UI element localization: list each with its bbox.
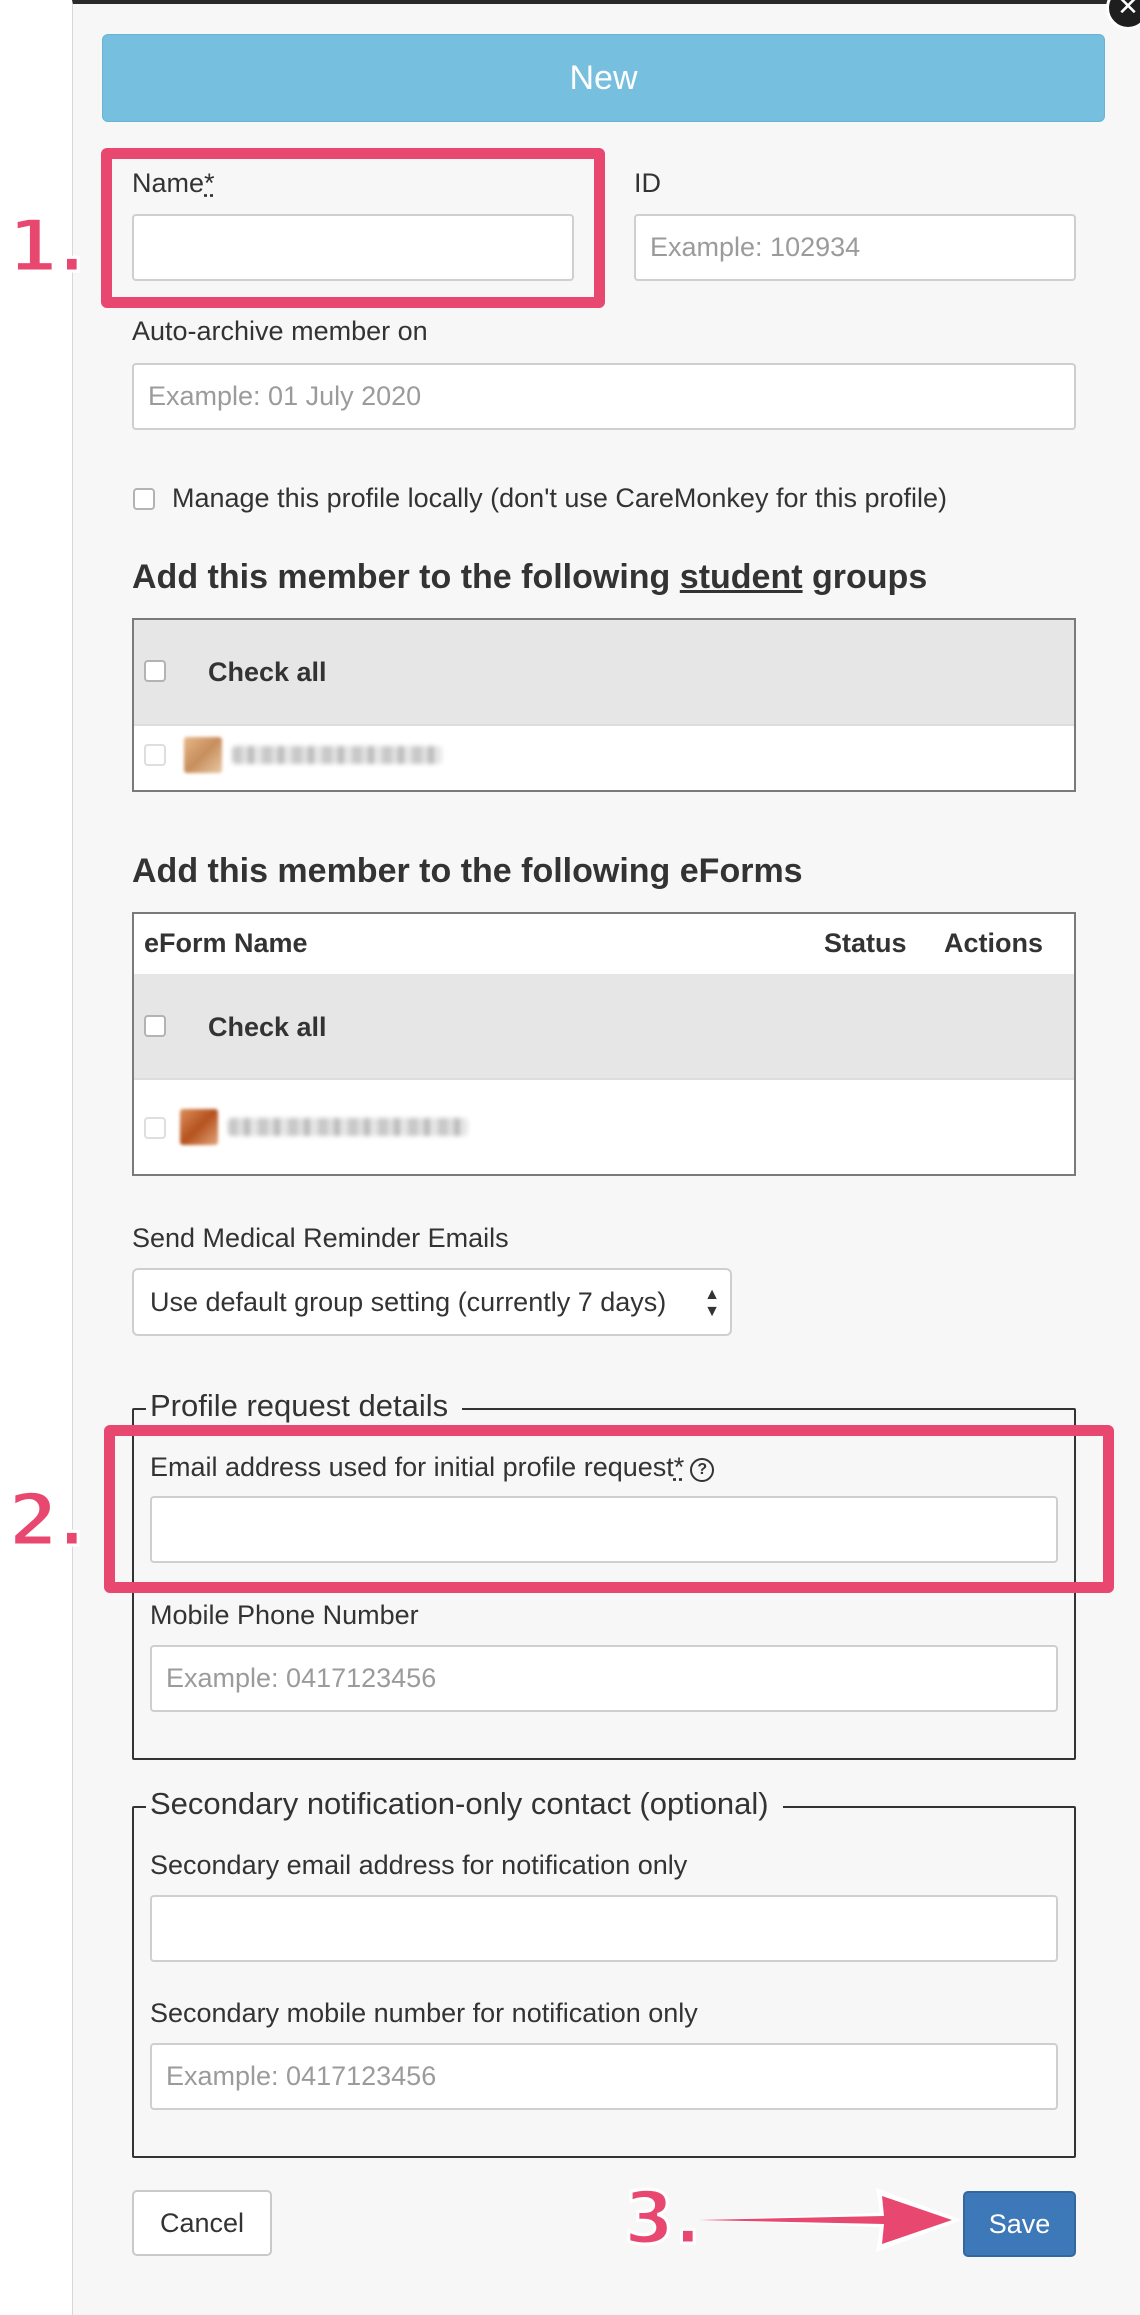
actions-header: Actions — [944, 928, 1044, 958]
archive-label: Auto-archive member on — [132, 316, 428, 346]
eform-check-all-label: Check all — [208, 1012, 327, 1042]
student-link[interactable]: student — [680, 558, 803, 596]
highlight-name-box — [101, 148, 605, 308]
secondary-mobile-label: Secondary mobile number for notification… — [150, 1998, 698, 2028]
secondary-email-label: Secondary email address for notification… — [150, 1850, 688, 1880]
reminder-label: Send Medical Reminder Emails — [132, 1223, 509, 1253]
row-divider — [134, 1078, 1074, 1080]
select-arrows-icon: ▲ ▼ — [704, 1286, 720, 1320]
manage-locally-label: Manage this profile locally (don't use C… — [172, 483, 948, 513]
eform-checkbox[interactable] — [144, 1117, 166, 1139]
new-header-button[interactable]: New — [102, 34, 1105, 122]
group-avatar — [184, 737, 222, 773]
id-input[interactable]: Example: 102934 — [634, 214, 1076, 281]
pointer-arrow-icon — [694, 2188, 962, 2252]
eform-name-header: eForm Name — [144, 928, 308, 958]
eforms-table: eForm Name Status Actions Check all — [132, 912, 1076, 1176]
status-header: Status — [824, 928, 907, 958]
manage-locally-checkbox[interactable] — [133, 488, 155, 510]
profile-request-legend: Profile request details — [146, 1388, 463, 1424]
secondary-contact-legend: Secondary notification-only contact (opt… — [146, 1786, 783, 1822]
reminder-selected-value: Use default group setting (currently 7 d… — [150, 1287, 667, 1317]
student-check-all-checkbox[interactable] — [144, 660, 166, 682]
mobile-label: Mobile Phone Number — [150, 1600, 419, 1630]
eforms-title: Add this member to the following eForms — [132, 852, 803, 890]
row-divider — [134, 724, 1074, 726]
group-name-redacted — [232, 746, 442, 764]
student-groups-table: Check all — [132, 618, 1076, 792]
secondary-email-input[interactable] — [150, 1895, 1058, 1962]
eform-avatar — [180, 1109, 218, 1145]
cancel-button[interactable]: Cancel — [132, 2190, 272, 2256]
save-button[interactable]: Save — [963, 2191, 1076, 2257]
student-check-all-label: Check all — [208, 657, 327, 687]
close-icon: ✕ — [1117, 0, 1139, 22]
eform-name-redacted — [228, 1118, 468, 1136]
archive-date-input[interactable]: Example: 01 July 2020 — [132, 363, 1076, 430]
id-label: ID — [634, 168, 661, 198]
student-group-checkbox[interactable] — [144, 744, 166, 766]
reminder-select[interactable]: Use default group setting (currently 7 d… — [132, 1268, 732, 1336]
highlight-email-box — [104, 1425, 1114, 1593]
mobile-input[interactable]: Example: 0417123456 — [150, 1645, 1058, 1712]
secondary-mobile-input[interactable]: Example: 0417123456 — [150, 2043, 1058, 2110]
eform-check-all-checkbox[interactable] — [144, 1015, 166, 1037]
step-2-label: 2. — [6, 1477, 86, 1564]
student-groups-title: Add this member to the following student… — [132, 558, 928, 596]
step-1-label: 1. — [6, 203, 86, 290]
